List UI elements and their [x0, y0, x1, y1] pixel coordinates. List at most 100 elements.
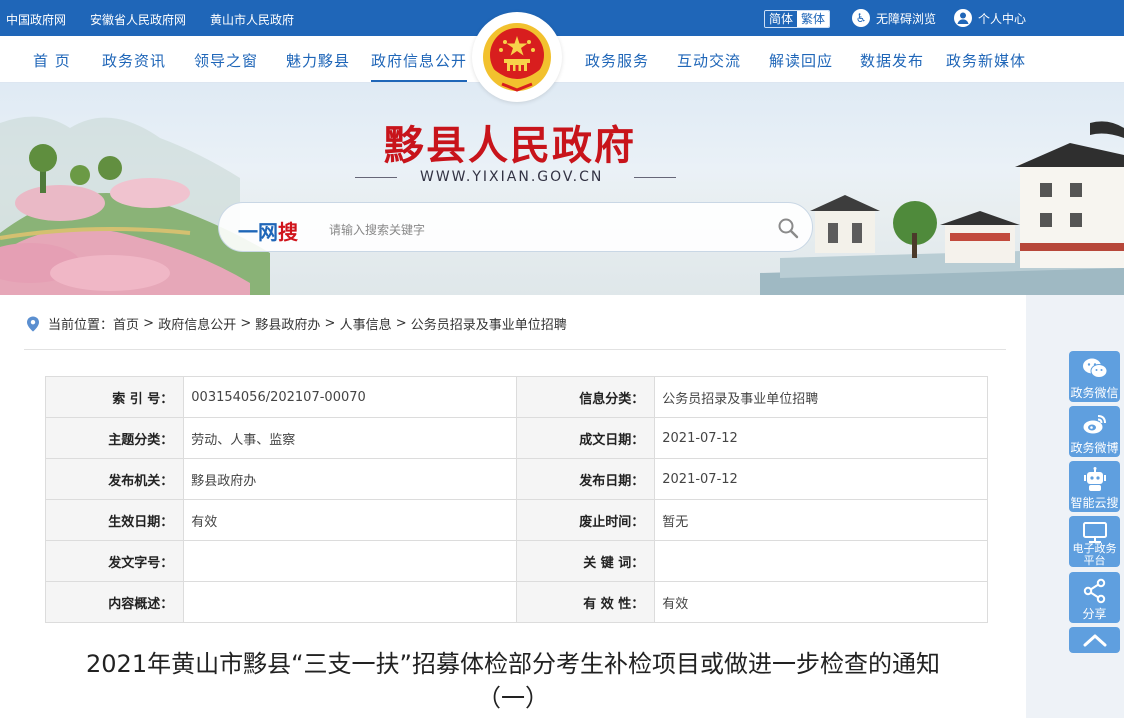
sidebar-label: 分享	[1082, 607, 1107, 621]
nav-data-release[interactable]: 数据发布	[860, 50, 924, 71]
meta-value: 劳动、人事、监察	[183, 417, 517, 459]
link-huangshan-gov[interactable]: 黄山市人民政府	[210, 11, 294, 28]
breadcrumb-divider	[24, 349, 1006, 350]
main-nav: 首 页 政务资讯 领导之窗 魅力黟县 政府信息公开 政务服务 互动交流 解读回应…	[0, 36, 1124, 83]
personal-center-label: 个人中心	[978, 11, 1027, 26]
meta-key: 有 效 性：	[515, 581, 656, 623]
breadcrumb-recruitment[interactable]: 公务员招录及事业单位招聘	[411, 314, 567, 333]
meta-value: 2021-07-12	[654, 458, 988, 500]
meta-key: 索 引 号：	[44, 376, 185, 418]
share-icon	[1083, 578, 1106, 604]
main-content: 当前位置： 首页 > 政府信息公开 > 黟县政府办 > 人事信息 > 公务员招录…	[0, 295, 1026, 718]
nav-info-disclosure[interactable]: 政府信息公开	[371, 50, 468, 82]
breadcrumb-prefix: 当前位置：	[48, 318, 114, 333]
breadcrumb-separator: >	[320, 316, 340, 331]
meta-value: 黟县政府办	[183, 458, 517, 500]
site-title: 黟县人民政府	[384, 122, 636, 169]
document-title-line1: 2021年黄山市黟县“三支一扶”招募体检部分考生补检项目或做进一步检查的通知	[86, 650, 940, 678]
meta-value	[654, 540, 988, 582]
meta-key: 发布机关：	[44, 458, 185, 500]
search-brand-highlight: 搜	[278, 220, 298, 244]
metadata-table: 索 引 号： 003154056/202107-00070 信息分类： 公务员招…	[44, 376, 988, 623]
site-url: WWW.YIXIAN.GOV.CN	[420, 169, 604, 185]
nav-leaders[interactable]: 领导之窗	[194, 50, 258, 71]
document-title: 2021年黄山市黟县“三支一扶”招募体检部分考生补检项目或做进一步检查的通知 （…	[30, 647, 996, 715]
table-row: 发文字号： 关 键 词：	[44, 540, 988, 582]
nav-home[interactable]: 首 页	[33, 50, 71, 71]
nav-news[interactable]: 政务资讯	[102, 50, 166, 71]
link-gov-cn[interactable]: 中国政府网	[6, 11, 66, 28]
breadcrumb-info-disclosure[interactable]: 政府信息公开	[158, 314, 236, 333]
sidebar-share-button[interactable]: 分享	[1069, 572, 1120, 623]
language-switch: 简体 繁体	[764, 10, 831, 28]
accessibility-label: 无障碍浏览	[876, 11, 937, 26]
meta-key: 发文字号：	[44, 540, 185, 582]
meta-key: 内容概述：	[44, 581, 185, 623]
nav-interaction[interactable]: 互动交流	[677, 50, 741, 71]
link-anhui-gov[interactable]: 安徽省人民政府网	[90, 11, 186, 28]
meta-key: 主题分类：	[44, 417, 185, 459]
document-title-line2: （一）	[477, 684, 549, 712]
sidebar-egov-platform-button[interactable]: 电子政务平台	[1069, 516, 1120, 567]
table-row: 主题分类： 劳动、人事、监察 成文日期： 2021-07-12	[44, 417, 988, 459]
meta-key: 发布日期：	[515, 458, 656, 500]
sidebar-label: 电子政务平台	[1072, 542, 1117, 567]
personal-center-button[interactable]: 个人中心	[954, 9, 1026, 27]
meta-value: 暂无	[654, 499, 988, 541]
meta-key: 信息分类：	[515, 376, 656, 418]
sidebar-label: 政务微信	[1070, 386, 1119, 400]
meta-key: 废止时间：	[515, 499, 656, 541]
top-bar: 中国政府网 安徽省人民政府网 黄山市人民政府 简体 繁体 ♿ 无障碍浏览 个人中…	[0, 0, 1124, 36]
meta-key: 成文日期：	[515, 417, 656, 459]
table-row: 发布机关： 黟县政府办 发布日期： 2021-07-12	[44, 458, 988, 500]
search-brand: 一网搜	[238, 216, 298, 245]
header-banner: 黟县人民政府 WWW.YIXIAN.GOV.CN 一网搜 请输入搜索关键字	[0, 83, 1124, 295]
search-bar: 一网搜 请输入搜索关键字	[218, 202, 813, 252]
meta-value	[183, 540, 517, 582]
meta-value: 公务员招录及事业单位招聘	[654, 376, 988, 418]
meta-value	[183, 581, 517, 623]
monitor-icon	[1083, 522, 1107, 543]
breadcrumb: 当前位置： 首页 > 政府信息公开 > 黟县政府办 > 人事信息 > 公务员招录…	[26, 314, 567, 333]
nav-services[interactable]: 政务服务	[585, 50, 649, 71]
sidebar-wechat-button[interactable]: 政务微信	[1069, 351, 1120, 402]
breadcrumb-gov-office[interactable]: 黟县政府办	[255, 314, 320, 333]
location-pin-icon	[27, 316, 39, 331]
search-input[interactable]: 请输入搜索关键字	[329, 221, 425, 238]
breadcrumb-separator: >	[391, 316, 411, 331]
breadcrumb-personnel-info[interactable]: 人事信息	[340, 314, 392, 333]
lang-simplified-button[interactable]: 简体	[765, 11, 798, 27]
search-icon[interactable]	[777, 217, 799, 239]
sidebar-weibo-button[interactable]: 政务微博	[1069, 406, 1120, 457]
accessibility-icon: ♿	[852, 9, 870, 27]
nav-new-media[interactable]: 政务新媒体	[946, 50, 1026, 71]
nav-interpretation[interactable]: 解读回应	[769, 50, 833, 71]
meta-key: 关 键 词：	[515, 540, 656, 582]
meta-value: 003154056/202107-00070	[183, 376, 517, 418]
table-row: 索 引 号： 003154056/202107-00070 信息分类： 公务员招…	[44, 376, 988, 418]
meta-value: 有效	[654, 581, 988, 623]
accessibility-button[interactable]: ♿ 无障碍浏览	[852, 9, 936, 27]
meta-value: 2021-07-12	[654, 417, 988, 459]
breadcrumb-home[interactable]: 首页	[113, 314, 139, 333]
lang-traditional-button[interactable]: 繁体	[797, 11, 830, 27]
meta-value: 有效	[183, 499, 517, 541]
table-row: 生效日期： 有效 废止时间： 暂无	[44, 499, 988, 541]
breadcrumb-separator: >	[236, 316, 256, 331]
table-row: 内容概述： 有 效 性： 有效	[44, 581, 988, 623]
nav-charm-yixian[interactable]: 魅力黟县	[286, 50, 350, 71]
sidebar-label: 智能云搜	[1070, 496, 1119, 510]
meta-key: 生效日期：	[44, 499, 185, 541]
wechat-icon	[1083, 358, 1108, 378]
user-icon	[954, 9, 972, 27]
robot-icon	[1084, 467, 1106, 491]
sidebar-smart-search-button[interactable]: 智能云搜	[1069, 461, 1120, 512]
search-brand-prefix: 一网	[238, 220, 278, 244]
sidebar-label: 政务微博	[1070, 441, 1119, 455]
url-left-line	[355, 177, 397, 178]
national-emblem-logo	[472, 12, 562, 102]
url-right-line	[634, 177, 676, 178]
weibo-icon	[1083, 415, 1106, 434]
chevron-up-icon	[1083, 634, 1107, 647]
back-to-top-button[interactable]	[1069, 627, 1120, 653]
